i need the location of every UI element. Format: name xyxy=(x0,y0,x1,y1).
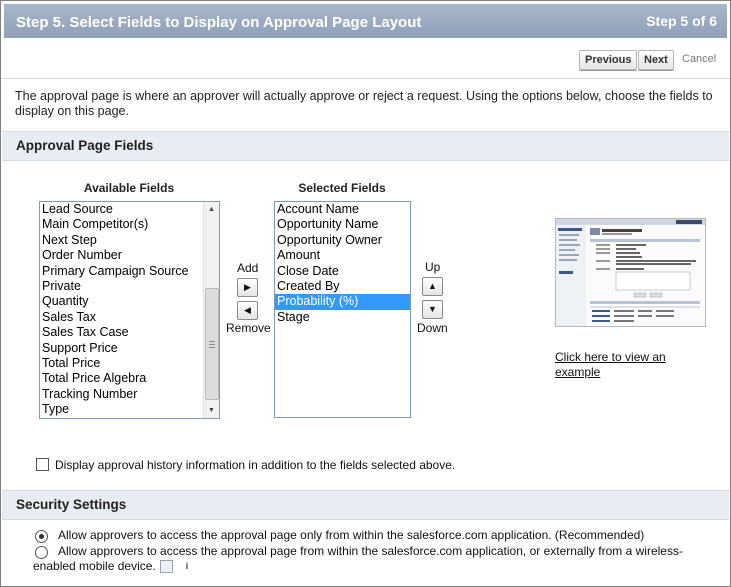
available-field-option[interactable]: Sales Tax Case xyxy=(40,325,219,340)
radio-dot xyxy=(39,534,44,539)
approval-history-label: Display approval history information in … xyxy=(55,458,456,472)
radio-internal-only[interactable] xyxy=(35,530,48,543)
cancel-link[interactable]: Cancel xyxy=(682,53,716,65)
available-field-option[interactable]: Type xyxy=(40,402,219,417)
selected-fields-title: Selected Fields xyxy=(298,181,386,195)
available-field-option[interactable]: Total Price xyxy=(40,356,219,371)
move-down-button[interactable]: ▼ xyxy=(422,300,443,319)
available-field-option[interactable]: Sales Tax xyxy=(40,310,219,325)
available-fields-items: Lead Source Main Competitor(s) Next Step Or… xyxy=(40,202,219,417)
selected-field-option[interactable]: Opportunity Owner xyxy=(275,233,410,248)
remove-button[interactable]: ◀ xyxy=(237,301,258,320)
available-field-option[interactable]: Main Competitor(s) xyxy=(40,217,219,232)
add-label: Add xyxy=(237,261,259,275)
grip-line xyxy=(209,341,215,342)
available-field-option[interactable]: Lead Source xyxy=(40,202,219,217)
available-field-option[interactable]: Private xyxy=(40,279,219,294)
intro-text: The approval page is where an approver w… xyxy=(15,89,713,118)
approval-page-preview-image xyxy=(556,219,705,326)
grip-line xyxy=(209,347,215,348)
selected-field-option[interactable]: Opportunity Name xyxy=(275,217,410,232)
arrow-right-icon: ▶ xyxy=(244,282,251,292)
approval-fields-section-header: Approval Page Fields xyxy=(2,131,729,161)
arrow-down-icon: ▼ xyxy=(428,304,437,314)
grip-line xyxy=(209,344,215,345)
scroll-up-icon[interactable]: ▲ xyxy=(204,202,219,217)
selected-field-option[interactable]: Created By xyxy=(275,279,410,294)
available-field-option[interactable]: Next Step xyxy=(40,233,219,248)
available-field-option[interactable]: Quantity xyxy=(40,294,219,309)
view-example-link[interactable]: Click here to view an example xyxy=(555,350,705,380)
arrow-up-icon: ▲ xyxy=(428,281,437,291)
page-title: Step 5. Select Fields to Display on Appr… xyxy=(16,14,422,31)
step-header: Step 5. Select Fields to Display on Appr… xyxy=(4,4,727,38)
arrow-left-icon: ◀ xyxy=(244,305,251,315)
selected-fields-items: Account Name Opportunity Name Opportunity … xyxy=(275,202,410,325)
section-title: Security Settings xyxy=(16,497,127,512)
selected-field-option[interactable]: Probability (%) xyxy=(275,294,410,310)
add-button[interactable]: ▶ xyxy=(237,278,258,297)
selected-fields-listbox[interactable]: Account Name Opportunity Name Opportunity … xyxy=(274,201,411,418)
previous-button[interactable]: Previous xyxy=(579,50,638,70)
selected-field-option[interactable]: Amount xyxy=(275,248,410,263)
step-indicator: Step 5 of 6 xyxy=(646,13,717,29)
example-thumbnail xyxy=(555,218,706,327)
available-fields-title: Available Fields xyxy=(83,181,175,195)
section-title: Approval Page Fields xyxy=(16,138,154,153)
selected-field-option[interactable]: Account Name xyxy=(275,202,410,217)
radio-internal-only-label: Allow approvers to access the approval p… xyxy=(58,528,645,542)
up-label: Up xyxy=(425,260,441,274)
radio-external-mobile-text: Allow approvers to access the approval p… xyxy=(33,544,683,573)
info-icon[interactable]: i xyxy=(159,560,188,574)
radio-external-mobile-label: Allow approvers to access the approval p… xyxy=(33,544,708,574)
available-fields-scrollbar[interactable]: ▲ ▼ xyxy=(203,202,219,418)
wizard-frame: Step 5. Select Fields to Display on Appr… xyxy=(0,0,731,587)
scroll-thumb[interactable] xyxy=(205,288,219,400)
approval-history-checkbox[interactable] xyxy=(36,458,49,471)
available-field-option[interactable]: Total Price Algebra xyxy=(40,371,219,386)
selected-field-option[interactable]: Close Date xyxy=(275,264,410,279)
available-fields-listbox[interactable]: Lead Source Main Competitor(s) Next Step Or… xyxy=(39,201,220,419)
scroll-down-icon[interactable]: ▼ xyxy=(204,403,219,418)
available-field-option[interactable]: Primary Campaign Source xyxy=(40,264,219,279)
down-label: Down xyxy=(417,321,448,335)
divider xyxy=(1,78,730,79)
move-up-button[interactable]: ▲ xyxy=(422,277,443,296)
available-field-option[interactable]: Order Number xyxy=(40,248,219,263)
selected-field-option[interactable]: Stage xyxy=(275,310,410,325)
security-settings-section-header: Security Settings xyxy=(2,490,729,520)
next-button[interactable]: Next xyxy=(638,50,674,70)
available-field-option[interactable]: Tracking Number xyxy=(40,387,219,402)
available-field-option[interactable]: Support Price xyxy=(40,341,219,356)
remove-label: Remove xyxy=(226,321,271,335)
